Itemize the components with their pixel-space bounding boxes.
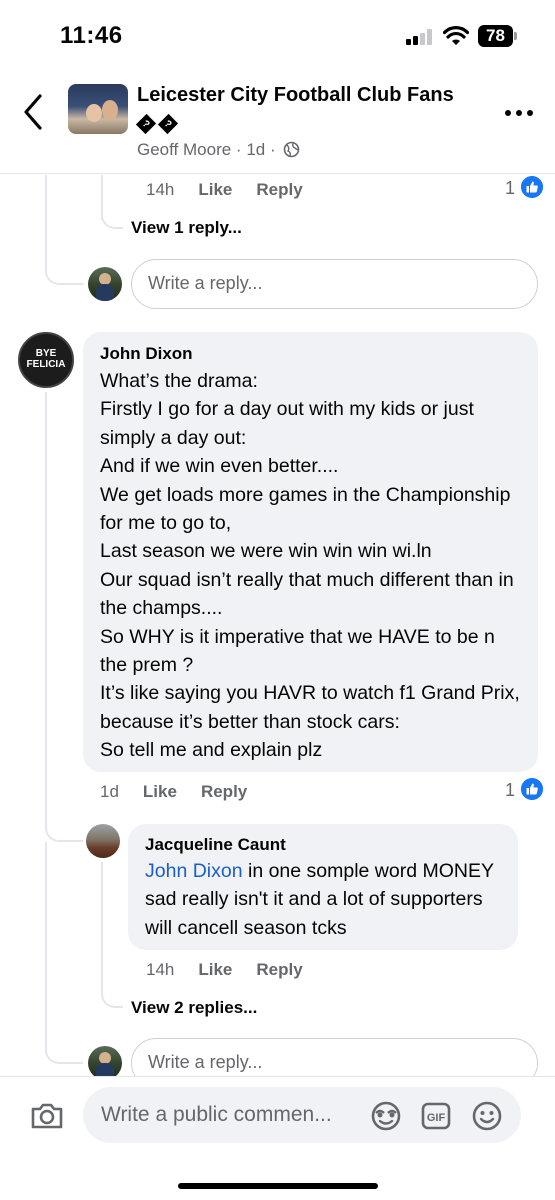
current-user-avatar (88, 1046, 122, 1080)
back-chevron-icon[interactable] (18, 92, 48, 132)
reply-meta: 14h Like Reply (146, 960, 303, 980)
wifi-icon (443, 26, 469, 45)
post-header: Leicester City Football Club Fans ?? Geo… (0, 70, 555, 174)
thread-line-outer (45, 175, 47, 265)
home-indicator (178, 1183, 378, 1189)
group-title[interactable]: Leicester City Football Club Fans (137, 82, 487, 108)
reply-action[interactable]: Reply (201, 782, 247, 801)
comment-meta-top: 14h Like Reply (146, 180, 303, 200)
svg-text:GIF: GIF (427, 1112, 446, 1124)
comment-bubble[interactable]: John Dixon What’s the drama: Firstly I g… (83, 332, 538, 772)
mention-link[interactable]: John Dixon (145, 860, 243, 882)
comment-thread-curve-lower (45, 1030, 83, 1064)
reply-author[interactable]: Jacqueline Caunt (145, 835, 501, 855)
post-author[interactable]: Geoff Moore (137, 140, 231, 159)
comment-author[interactable]: John Dixon (100, 344, 521, 364)
meta-separator: · (235, 140, 242, 159)
more-options-icon[interactable] (505, 108, 535, 118)
comment-text: What’s the drama: Firstly I go for a day… (100, 370, 520, 762)
public-comment-input[interactable]: Write a public commen... GIF (83, 1087, 521, 1143)
reply-input[interactable]: Write a reply... (131, 259, 538, 309)
current-user-avatar (88, 267, 122, 301)
battery-indicator: 78 (478, 25, 513, 47)
globe-icon (284, 141, 300, 158)
like-action[interactable]: Like (198, 180, 232, 199)
comment-thread-line-lower (45, 842, 47, 1052)
like-reaction-icon (521, 778, 543, 800)
view-replies-link[interactable]: View 1 reply... (131, 218, 242, 238)
emoji-icon[interactable] (471, 1100, 503, 1132)
comment-meta: 1d Like Reply (100, 782, 247, 802)
post-age: 1d (246, 140, 266, 159)
reply-thread-line (101, 862, 103, 990)
like-action[interactable]: Like (198, 960, 232, 979)
comment-time: 14h (146, 180, 175, 199)
comment-composer-bar: Write a public commen... GIF (0, 1076, 555, 1200)
status-bar: 11:46 78 (0, 0, 555, 70)
avatar-sticker-icon[interactable] (370, 1100, 402, 1132)
reply-action[interactable]: Reply (256, 960, 302, 979)
commenter-avatar[interactable]: BYE FELICIA (18, 332, 74, 388)
battery-tip (514, 32, 517, 40)
thread-curve-outer (45, 255, 83, 285)
like-count: 1 (505, 178, 516, 198)
post-meta: Geoff Moore · 1d · (137, 140, 300, 160)
cellular-signal-icon (406, 29, 434, 45)
reply-text: John Dixon in one somple word MONEY sad … (145, 857, 501, 942)
view-replies-link[interactable]: View 2 replies... (131, 998, 257, 1018)
reply-bubble[interactable]: Jacqueline Caunt John Dixon in one sompl… (128, 824, 518, 950)
status-time: 11:46 (60, 22, 123, 49)
title-emoji: ?? (135, 112, 181, 135)
comment-time: 1d (100, 782, 119, 801)
camera-icon[interactable] (30, 1101, 64, 1131)
gif-icon[interactable]: GIF (420, 1100, 452, 1132)
avatar-caption: BYE FELICIA (26, 348, 66, 370)
reply-author-avatar[interactable] (86, 824, 120, 858)
group-cover-thumbnail[interactable] (68, 84, 128, 134)
thread-curve-inner (101, 210, 123, 229)
comment-placeholder: Write a public commen... (101, 1103, 332, 1126)
comment-thread-curve (45, 800, 83, 842)
like-reaction-icon (521, 176, 543, 198)
reply-action[interactable]: Reply (256, 180, 302, 199)
comment-thread-line (45, 392, 47, 822)
like-count: 1 (505, 780, 516, 800)
meta-separator-2: · (269, 140, 276, 159)
reply-time: 14h (146, 960, 175, 979)
like-action[interactable]: Like (143, 782, 177, 801)
reply-thread-curve (101, 980, 123, 1008)
